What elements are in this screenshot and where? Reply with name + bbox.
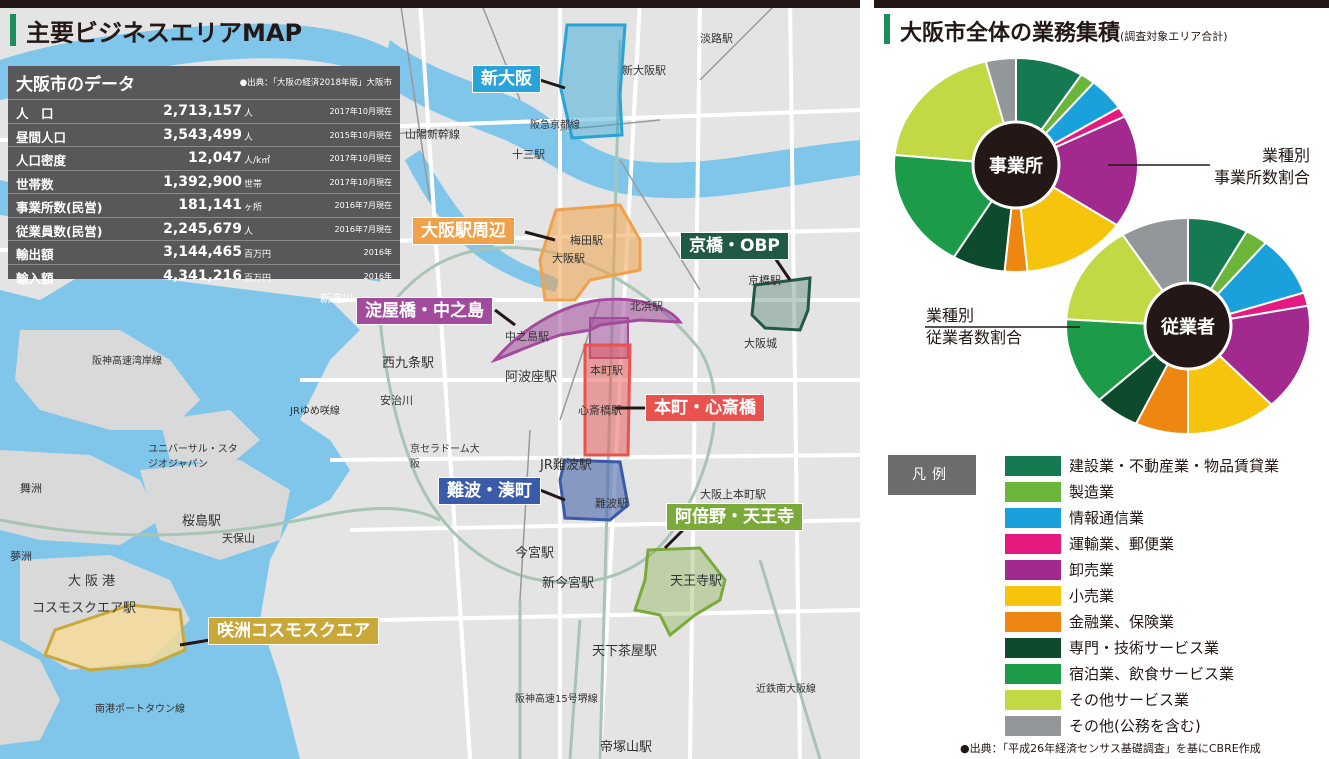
legend-title: 凡例: [888, 455, 976, 495]
legend-swatch: [1005, 560, 1061, 580]
legend-swatch: [1005, 508, 1061, 528]
legend-label: 専門・技術サービス業: [1069, 639, 1220, 657]
pie1-note-line1: 業種別: [1262, 146, 1311, 165]
pie2-note: 業種別 従業者数割合: [926, 305, 1022, 349]
pie-center-label: 従業者: [1160, 316, 1215, 338]
pie2-note-line1: 業種別: [926, 306, 975, 325]
legend-label: 宿泊業、飲食サービス業: [1069, 665, 1235, 683]
pie-center-label: 事業所: [989, 155, 1043, 177]
legend-swatch: [1005, 716, 1061, 736]
pie1-note: 業種別 事業所数割合: [1214, 145, 1310, 189]
legend-swatch: [1005, 456, 1061, 476]
legend-swatch: [1005, 534, 1061, 554]
legend-label: 卸売業: [1069, 561, 1115, 579]
legend-label: 製造業: [1069, 483, 1115, 501]
legend-swatch: [1005, 664, 1061, 684]
right-source: ●出典：「平成26年経済センサス基礎調査」を基にCBRE作成: [960, 742, 1261, 755]
legend-swatch: [1005, 586, 1061, 606]
legend-swatch: [1005, 638, 1061, 658]
legend-label: その他(公務を含む): [1069, 717, 1201, 735]
pie-employees: 従業者: [1065, 216, 1311, 436]
legend-swatch: [1005, 612, 1061, 632]
pie1-note-line2: 事業所数割合: [1214, 168, 1311, 187]
legend-swatch: [1005, 482, 1061, 502]
pie2-note-line2: 従業者数割合: [926, 328, 1023, 347]
legend-label: 情報通信業: [1069, 509, 1145, 527]
legend-label: その他サービス業: [1069, 691, 1190, 709]
legend-label: 小売業: [1069, 587, 1115, 605]
pie-establishments: 事業所: [893, 56, 1139, 273]
legend-label: 運輸業、郵便業: [1069, 535, 1175, 553]
legend-swatch: [1005, 690, 1061, 710]
legend-label: 建設業・不動産業・物品賃貸業: [1069, 457, 1280, 475]
legend-label: 金融業、保険業: [1069, 613, 1175, 631]
